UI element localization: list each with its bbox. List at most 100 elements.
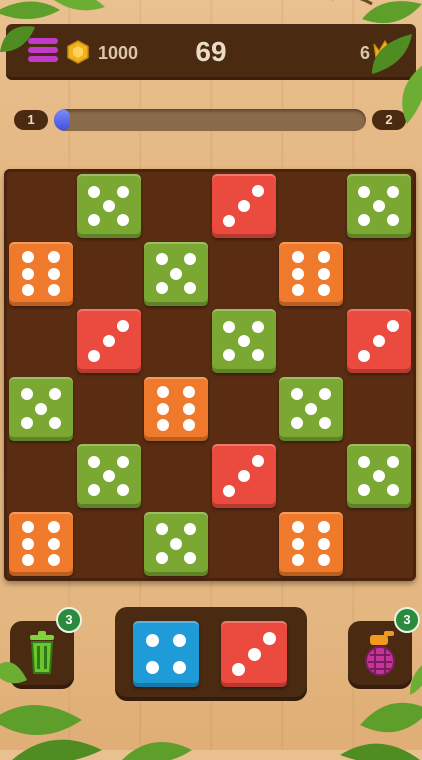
board-die[interactable] xyxy=(346,444,411,508)
die-pip xyxy=(317,554,330,567)
current-level-pill: 1 xyxy=(14,110,48,130)
board-die[interactable] xyxy=(9,241,73,306)
die-pip xyxy=(49,416,62,429)
die-pip xyxy=(88,214,101,227)
die-pip xyxy=(251,320,264,333)
die-pip xyxy=(47,520,60,533)
board-die[interactable] xyxy=(279,376,343,441)
die-pip xyxy=(222,214,235,227)
die-pip xyxy=(387,320,400,333)
die-pip xyxy=(386,214,399,227)
die-pip xyxy=(47,250,60,263)
die-pip xyxy=(88,455,101,468)
die-pip xyxy=(22,284,35,297)
die-pip xyxy=(184,523,197,536)
die-pip xyxy=(292,284,305,297)
die-pip xyxy=(184,551,197,564)
die-pip xyxy=(292,537,305,550)
die-pip xyxy=(88,185,101,198)
die-pip xyxy=(372,200,385,212)
die-pip xyxy=(20,416,33,429)
board-die[interactable] xyxy=(346,174,411,238)
die-pip xyxy=(232,662,246,676)
die-pip xyxy=(386,484,399,497)
die-pip xyxy=(358,185,371,198)
die-pip xyxy=(116,455,129,468)
board-die[interactable] xyxy=(279,511,343,576)
die-pip xyxy=(252,185,265,198)
die-pip xyxy=(22,250,35,263)
die-pip xyxy=(102,470,115,482)
die-pip xyxy=(117,320,130,333)
die-pip xyxy=(116,185,129,198)
board-die[interactable] xyxy=(76,444,141,508)
die-pip xyxy=(102,335,115,347)
die-pip xyxy=(358,455,371,468)
die-pip xyxy=(102,200,115,212)
level-progress: 1 2 xyxy=(14,106,406,134)
die-pip xyxy=(237,200,250,212)
top-bar: 1000 69 6 xyxy=(6,24,416,80)
die-pip xyxy=(155,281,168,294)
die-pip xyxy=(47,537,60,550)
board-die[interactable] xyxy=(76,174,141,238)
spray-powerup-button[interactable]: 3 xyxy=(348,607,420,689)
die-pip xyxy=(317,250,330,263)
die-pip xyxy=(170,537,182,550)
trash-powerup-button[interactable]: 3 xyxy=(10,607,82,689)
die-pip xyxy=(251,349,264,362)
die-pip xyxy=(146,660,160,674)
die-pip xyxy=(184,281,197,294)
die-pip xyxy=(116,214,129,227)
board-die[interactable] xyxy=(211,174,276,238)
die-pip xyxy=(290,388,303,401)
die-pip xyxy=(317,284,330,297)
board-die[interactable] xyxy=(211,444,276,508)
next-piece-die[interactable] xyxy=(133,621,199,687)
die-pip xyxy=(317,267,330,280)
die-pip xyxy=(47,554,60,567)
die-pip xyxy=(20,388,33,401)
die-pip xyxy=(35,402,47,415)
die-pip xyxy=(317,520,330,533)
die-pip xyxy=(182,419,195,432)
die-pip xyxy=(146,634,160,648)
die-pip xyxy=(182,385,195,398)
board-die[interactable] xyxy=(211,309,276,373)
die-pip xyxy=(182,402,195,415)
die-pip xyxy=(155,523,168,536)
die-pip xyxy=(305,402,317,415)
die-pip xyxy=(372,470,385,482)
die-pip xyxy=(222,484,235,497)
die-pip xyxy=(157,402,170,415)
die-pip xyxy=(319,416,332,429)
die-pip xyxy=(157,385,170,398)
board-die[interactable] xyxy=(144,376,208,441)
die-pip xyxy=(170,267,182,280)
die-pip xyxy=(252,455,265,468)
crown-icon xyxy=(373,39,397,60)
die-pip xyxy=(358,484,371,497)
board-die[interactable] xyxy=(144,241,208,306)
game-board[interactable] xyxy=(4,169,416,581)
board-die[interactable] xyxy=(346,309,411,373)
board-die[interactable] xyxy=(76,309,141,373)
die-pip xyxy=(22,554,35,567)
die-pip xyxy=(155,253,168,266)
next-piece-die[interactable] xyxy=(221,621,287,687)
die-pip xyxy=(237,335,250,347)
trash-count-badge: 3 xyxy=(56,607,82,633)
die-pip xyxy=(292,520,305,533)
die-pip xyxy=(262,632,276,646)
die-pip xyxy=(292,267,305,280)
die-pip xyxy=(88,484,101,497)
die-pip xyxy=(87,349,100,362)
die-pip xyxy=(22,267,35,280)
board-die[interactable] xyxy=(9,376,73,441)
board-die[interactable] xyxy=(9,511,73,576)
progress-track xyxy=(54,109,366,131)
die-pip xyxy=(290,416,303,429)
die-pip xyxy=(237,470,250,482)
board-die[interactable] xyxy=(144,511,208,576)
board-die[interactable] xyxy=(279,241,343,306)
